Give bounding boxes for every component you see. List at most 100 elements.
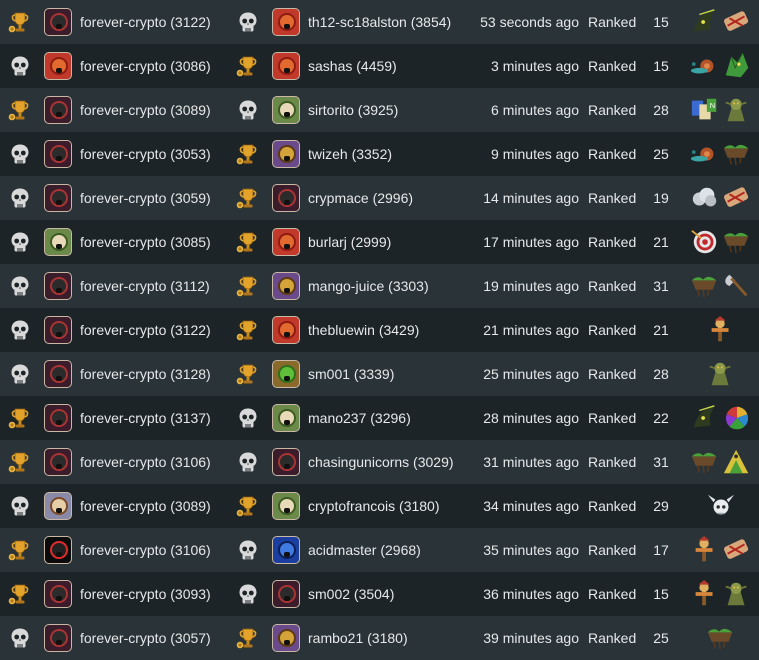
opponent-avatar[interactable] xyxy=(272,352,300,396)
player-name[interactable]: forever-crypto (3059) xyxy=(80,176,211,220)
ruleset-cards[interactable] xyxy=(688,396,754,440)
battle-row[interactable]: forever-crypto (3137) mano237 (3296) 28 … xyxy=(0,396,759,440)
player-name[interactable]: forever-crypto (3122) xyxy=(80,308,211,352)
opponent-name[interactable]: th12-sc18alston (3854) xyxy=(308,0,451,44)
player-name[interactable]: forever-crypto (3122) xyxy=(80,0,211,44)
goblin-card-icon xyxy=(709,362,731,386)
ruleset-cards[interactable] xyxy=(688,352,754,396)
battle-row[interactable]: forever-crypto (3059) crypmace (2996) 14… xyxy=(0,176,759,220)
opponent-avatar[interactable] xyxy=(272,220,300,264)
opponent-avatar[interactable] xyxy=(272,528,300,572)
opponent-name[interactable]: acidmaster (2968) xyxy=(308,528,421,572)
player-avatar[interactable] xyxy=(44,308,72,352)
opponent-name[interactable]: mano237 (3296) xyxy=(308,396,411,440)
player-avatar[interactable] xyxy=(44,616,72,660)
battle-time: 9 minutes ago xyxy=(491,146,579,162)
player-name[interactable]: forever-crypto (3089) xyxy=(80,484,211,528)
player-name[interactable]: forever-crypto (3112) xyxy=(80,264,210,308)
player-avatar[interactable] xyxy=(44,264,72,308)
opponent-avatar[interactable] xyxy=(272,264,300,308)
opponent-avatar[interactable] xyxy=(272,44,300,88)
player-name[interactable]: forever-crypto (3086) xyxy=(80,44,211,88)
svg-text:N: N xyxy=(710,101,715,110)
player-avatar[interactable] xyxy=(44,352,72,396)
player-name[interactable]: forever-crypto (3137) xyxy=(80,396,211,440)
battle-time: 31 minutes ago xyxy=(483,454,579,470)
opponent-name[interactable]: sashas (4459) xyxy=(308,44,397,88)
opponent-name[interactable]: thebluewin (3429) xyxy=(308,308,419,352)
player-name[interactable]: forever-crypto (3053) xyxy=(80,132,211,176)
turn-count: 21 xyxy=(653,322,669,338)
player-name[interactable]: forever-crypto (3089) xyxy=(80,88,211,132)
player-name[interactable]: forever-crypto (3093) xyxy=(80,572,211,616)
opponent-avatar[interactable] xyxy=(272,0,300,44)
opponent-avatar[interactable] xyxy=(272,88,300,132)
player-avatar[interactable] xyxy=(44,44,72,88)
player-avatar[interactable] xyxy=(44,396,72,440)
battle-row[interactable]: forever-crypto (3057) rambo21 (3180) 39 … xyxy=(0,616,759,660)
ruleset-cards[interactable] xyxy=(688,44,754,88)
battle-row[interactable]: forever-crypto (3122) th12-sc18alston (3… xyxy=(0,0,759,44)
opponent-avatar[interactable] xyxy=(272,616,300,660)
ruleset-cards[interactable] xyxy=(688,440,754,484)
battle-time: 19 minutes ago xyxy=(483,278,579,294)
battle-row[interactable]: forever-crypto (3089) sirtorito (3925) 6… xyxy=(0,88,759,132)
ruleset-cards[interactable]: N xyxy=(688,88,754,132)
battle-row[interactable]: forever-crypto (3093) sm002 (3504) 36 mi… xyxy=(0,572,759,616)
opponent-name[interactable]: mango-juice (3303) xyxy=(308,264,429,308)
trophy-icon xyxy=(234,352,262,396)
opponent-name[interactable]: crypmace (2996) xyxy=(308,176,413,220)
turn-count: 15 xyxy=(653,14,669,30)
battle-row[interactable]: forever-crypto (3086) sashas (4459) 3 mi… xyxy=(0,44,759,88)
trophy-icon xyxy=(234,176,262,220)
battle-row[interactable]: forever-crypto (3053) twizeh (3352) 9 mi… xyxy=(0,132,759,176)
ruleset-cards[interactable] xyxy=(688,220,754,264)
ruleset-cards[interactable] xyxy=(688,484,754,528)
player-avatar[interactable] xyxy=(44,440,72,484)
player-avatar[interactable] xyxy=(44,0,72,44)
player-name[interactable]: forever-crypto (3106) xyxy=(80,440,211,484)
battle-time: 3 minutes ago xyxy=(491,58,579,74)
player-avatar[interactable] xyxy=(44,528,72,572)
battle-row[interactable]: forever-crypto (3112) mango-juice (3303)… xyxy=(0,264,759,308)
player-name[interactable]: forever-crypto (3128) xyxy=(80,352,211,396)
opponent-name[interactable]: sirtorito (3925) xyxy=(308,88,398,132)
player-avatar[interactable] xyxy=(44,220,72,264)
player-avatar[interactable] xyxy=(44,132,72,176)
opponent-avatar[interactable] xyxy=(272,176,300,220)
ruleset-cards[interactable] xyxy=(688,176,754,220)
battle-row[interactable]: forever-crypto (3128) sm001 (3339) 25 mi… xyxy=(0,352,759,396)
opponent-avatar[interactable] xyxy=(272,132,300,176)
opponent-name[interactable]: burlarj (2999) xyxy=(308,220,391,264)
player-name[interactable]: forever-crypto (3106) xyxy=(80,528,211,572)
opponent-avatar[interactable] xyxy=(272,572,300,616)
opponent-name[interactable]: sm001 (3339) xyxy=(308,352,394,396)
battle-row[interactable]: forever-crypto (3106) chasingunicorns (3… xyxy=(0,440,759,484)
ruleset-cards[interactable] xyxy=(688,264,754,308)
opponent-avatar[interactable] xyxy=(272,308,300,352)
battle-row[interactable]: forever-crypto (3122) thebluewin (3429) … xyxy=(0,308,759,352)
opponent-avatar[interactable] xyxy=(272,484,300,528)
ruleset-cards[interactable] xyxy=(688,616,754,660)
opponent-name[interactable]: cryptofrancois (3180) xyxy=(308,484,440,528)
opponent-name[interactable]: rambo21 (3180) xyxy=(308,616,408,660)
player-name[interactable]: forever-crypto (3057) xyxy=(80,616,211,660)
battle-row[interactable]: forever-crypto (3085) burlarj (2999) 17 … xyxy=(0,220,759,264)
opponent-name[interactable]: sm002 (3504) xyxy=(308,572,394,616)
ruleset-cards[interactable] xyxy=(688,132,754,176)
player-avatar[interactable] xyxy=(44,484,72,528)
opponent-name[interactable]: chasingunicorns (3029) xyxy=(308,440,454,484)
ruleset-cards[interactable] xyxy=(688,308,754,352)
player-name[interactable]: forever-crypto (3085) xyxy=(80,220,211,264)
player-avatar[interactable] xyxy=(44,176,72,220)
opponent-name[interactable]: twizeh (3352) xyxy=(308,132,392,176)
opponent-avatar[interactable] xyxy=(272,440,300,484)
battle-row[interactable]: forever-crypto (3106) acidmaster (2968) … xyxy=(0,528,759,572)
battle-row[interactable]: forever-crypto (3089) cryptofrancois (31… xyxy=(0,484,759,528)
ruleset-cards[interactable] xyxy=(688,528,754,572)
ruleset-cards[interactable] xyxy=(688,0,754,44)
opponent-avatar[interactable] xyxy=(272,396,300,440)
player-avatar[interactable] xyxy=(44,572,72,616)
player-avatar[interactable] xyxy=(44,88,72,132)
ruleset-cards[interactable] xyxy=(688,572,754,616)
